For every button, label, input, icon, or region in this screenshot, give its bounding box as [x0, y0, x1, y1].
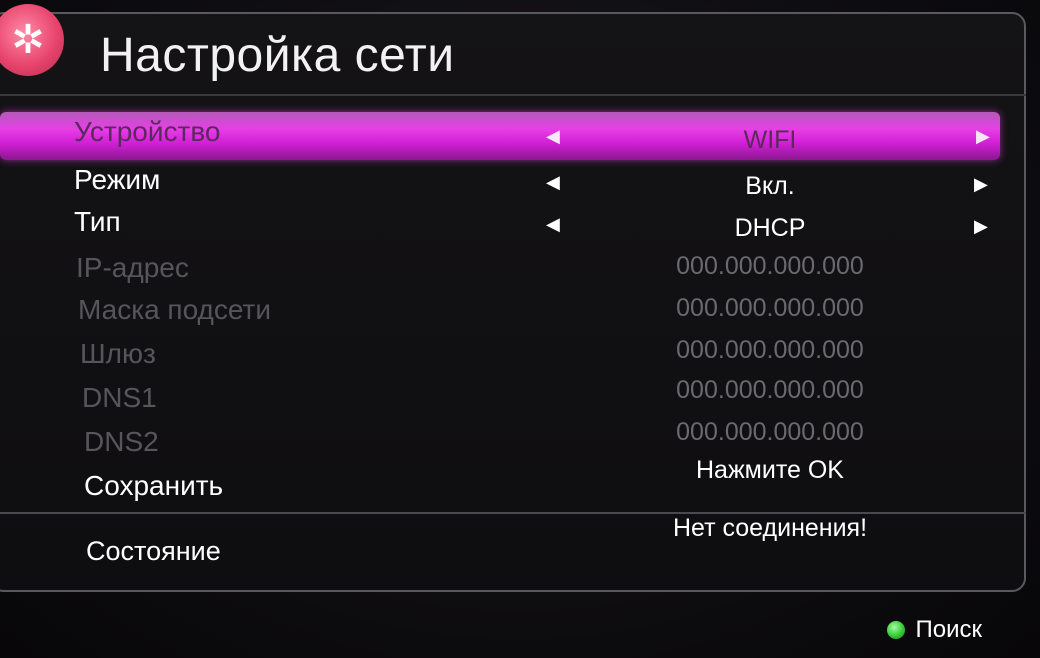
row-device-label: Устройство: [74, 116, 221, 147]
row-gateway-value: 000.000.000.000: [676, 336, 864, 364]
status-label: Состояние: [86, 536, 221, 566]
row-dns1-value: 000.000.000.000: [676, 376, 864, 404]
row-gateway: Шлюз 000.000.000.000: [0, 334, 1040, 374]
row-ip-address: IP-адрес 000.000.000.000: [0, 248, 1040, 288]
row-subnet-mask-value: 000.000.000.000: [676, 294, 864, 322]
row-mode[interactable]: Режим ◀ Вкл. ▶: [0, 160, 1040, 200]
row-device-value: WIFI: [743, 126, 797, 154]
row-mode-value: Вкл.: [745, 172, 795, 200]
row-dns2-value: 000.000.000.000: [676, 418, 864, 446]
arrow-right-icon[interactable]: ▶: [974, 216, 988, 237]
row-type-value: DHCP: [734, 214, 806, 242]
arrow-right-icon[interactable]: ▶: [976, 126, 990, 147]
footer-hint: Поиск: [887, 616, 982, 644]
title-divider: [0, 94, 1026, 96]
row-mode-label: Режим: [74, 164, 161, 195]
row-subnet-mask-label: Маска подсети: [78, 294, 271, 325]
page-title: Настройка сети: [100, 29, 455, 82]
press-ok-hint: Нажмите OK: [696, 456, 844, 484]
save-button[interactable]: Сохранить: [84, 470, 223, 502]
row-dns1-label: DNS1: [82, 382, 157, 413]
arrow-left-icon[interactable]: ◀: [546, 126, 560, 147]
arrow-right-icon[interactable]: ▶: [974, 174, 988, 195]
search-hint-label: Поиск: [915, 616, 982, 643]
row-dns1: DNS1 000.000.000.000: [0, 376, 1040, 418]
row-device[interactable]: Устройство ◀ WIFI ▶: [0, 112, 1000, 160]
row-ip-address-value: 000.000.000.000: [676, 252, 864, 280]
row-dns2-label: DNS2: [84, 426, 159, 457]
row-ip-address-label: IP-адрес: [76, 252, 189, 283]
row-type[interactable]: Тип ◀ DHCP ▶: [0, 202, 1040, 242]
arrow-left-icon[interactable]: ◀: [546, 214, 560, 235]
row-subnet-mask: Маска подсети 000.000.000.000: [0, 290, 1040, 330]
row-type-label: Тип: [74, 206, 121, 237]
status-value: Нет соединения!: [672, 514, 868, 542]
arrow-left-icon[interactable]: ◀: [546, 172, 560, 193]
row-save[interactable]: Сохранить Нажмите OK: [0, 456, 1040, 506]
green-button-icon: [887, 621, 906, 639]
row-gateway-label: Шлюз: [80, 338, 156, 369]
